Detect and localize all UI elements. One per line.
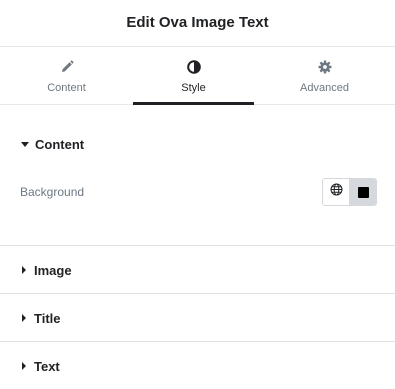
tab-advanced[interactable]: Advanced — [264, 47, 385, 104]
gear-icon — [318, 60, 332, 74]
tab-label: Content — [47, 82, 86, 94]
pencil-icon — [60, 60, 74, 74]
tab-label: Advanced — [300, 82, 349, 94]
background-control: Background — [0, 178, 395, 206]
section-label: Image — [34, 262, 72, 278]
background-type-toggle — [322, 178, 377, 206]
section-text-header[interactable]: Text — [0, 355, 395, 377]
tab-style[interactable]: Style — [133, 47, 254, 105]
section-divider — [0, 341, 395, 342]
section-title-header[interactable]: Title — [0, 307, 395, 329]
control-label: Background — [20, 185, 85, 199]
caret-right-icon — [22, 266, 26, 274]
section-divider — [0, 245, 395, 246]
caret-down-icon — [21, 141, 29, 147]
section-divider — [0, 293, 395, 294]
section-label: Title — [34, 310, 61, 326]
panel-header: Edit Ova Image Text — [0, 0, 395, 47]
classic-color-option-button[interactable] — [349, 179, 376, 205]
section-image-header[interactable]: Image — [0, 259, 395, 281]
panel-title: Edit Ova Image Text — [126, 13, 269, 31]
tab-label: Style — [181, 82, 206, 94]
section-label: Content — [35, 136, 85, 152]
caret-right-icon — [22, 314, 26, 322]
half-circle-icon — [186, 60, 201, 74]
global-option-button[interactable] — [323, 179, 349, 205]
caret-right-icon — [22, 362, 26, 370]
tab-content[interactable]: Content — [6, 47, 127, 104]
section-content-header[interactable]: Content — [0, 133, 395, 155]
color-square-icon — [357, 186, 369, 198]
panel-tabs: Content Style Advanced — [0, 47, 395, 105]
editor-panel: Edit Ova Image Text Content Style Advanc… — [0, 0, 395, 389]
section-label: Text — [34, 358, 60, 374]
active-tab-indicator — [133, 102, 254, 105]
globe-icon — [330, 183, 343, 201]
